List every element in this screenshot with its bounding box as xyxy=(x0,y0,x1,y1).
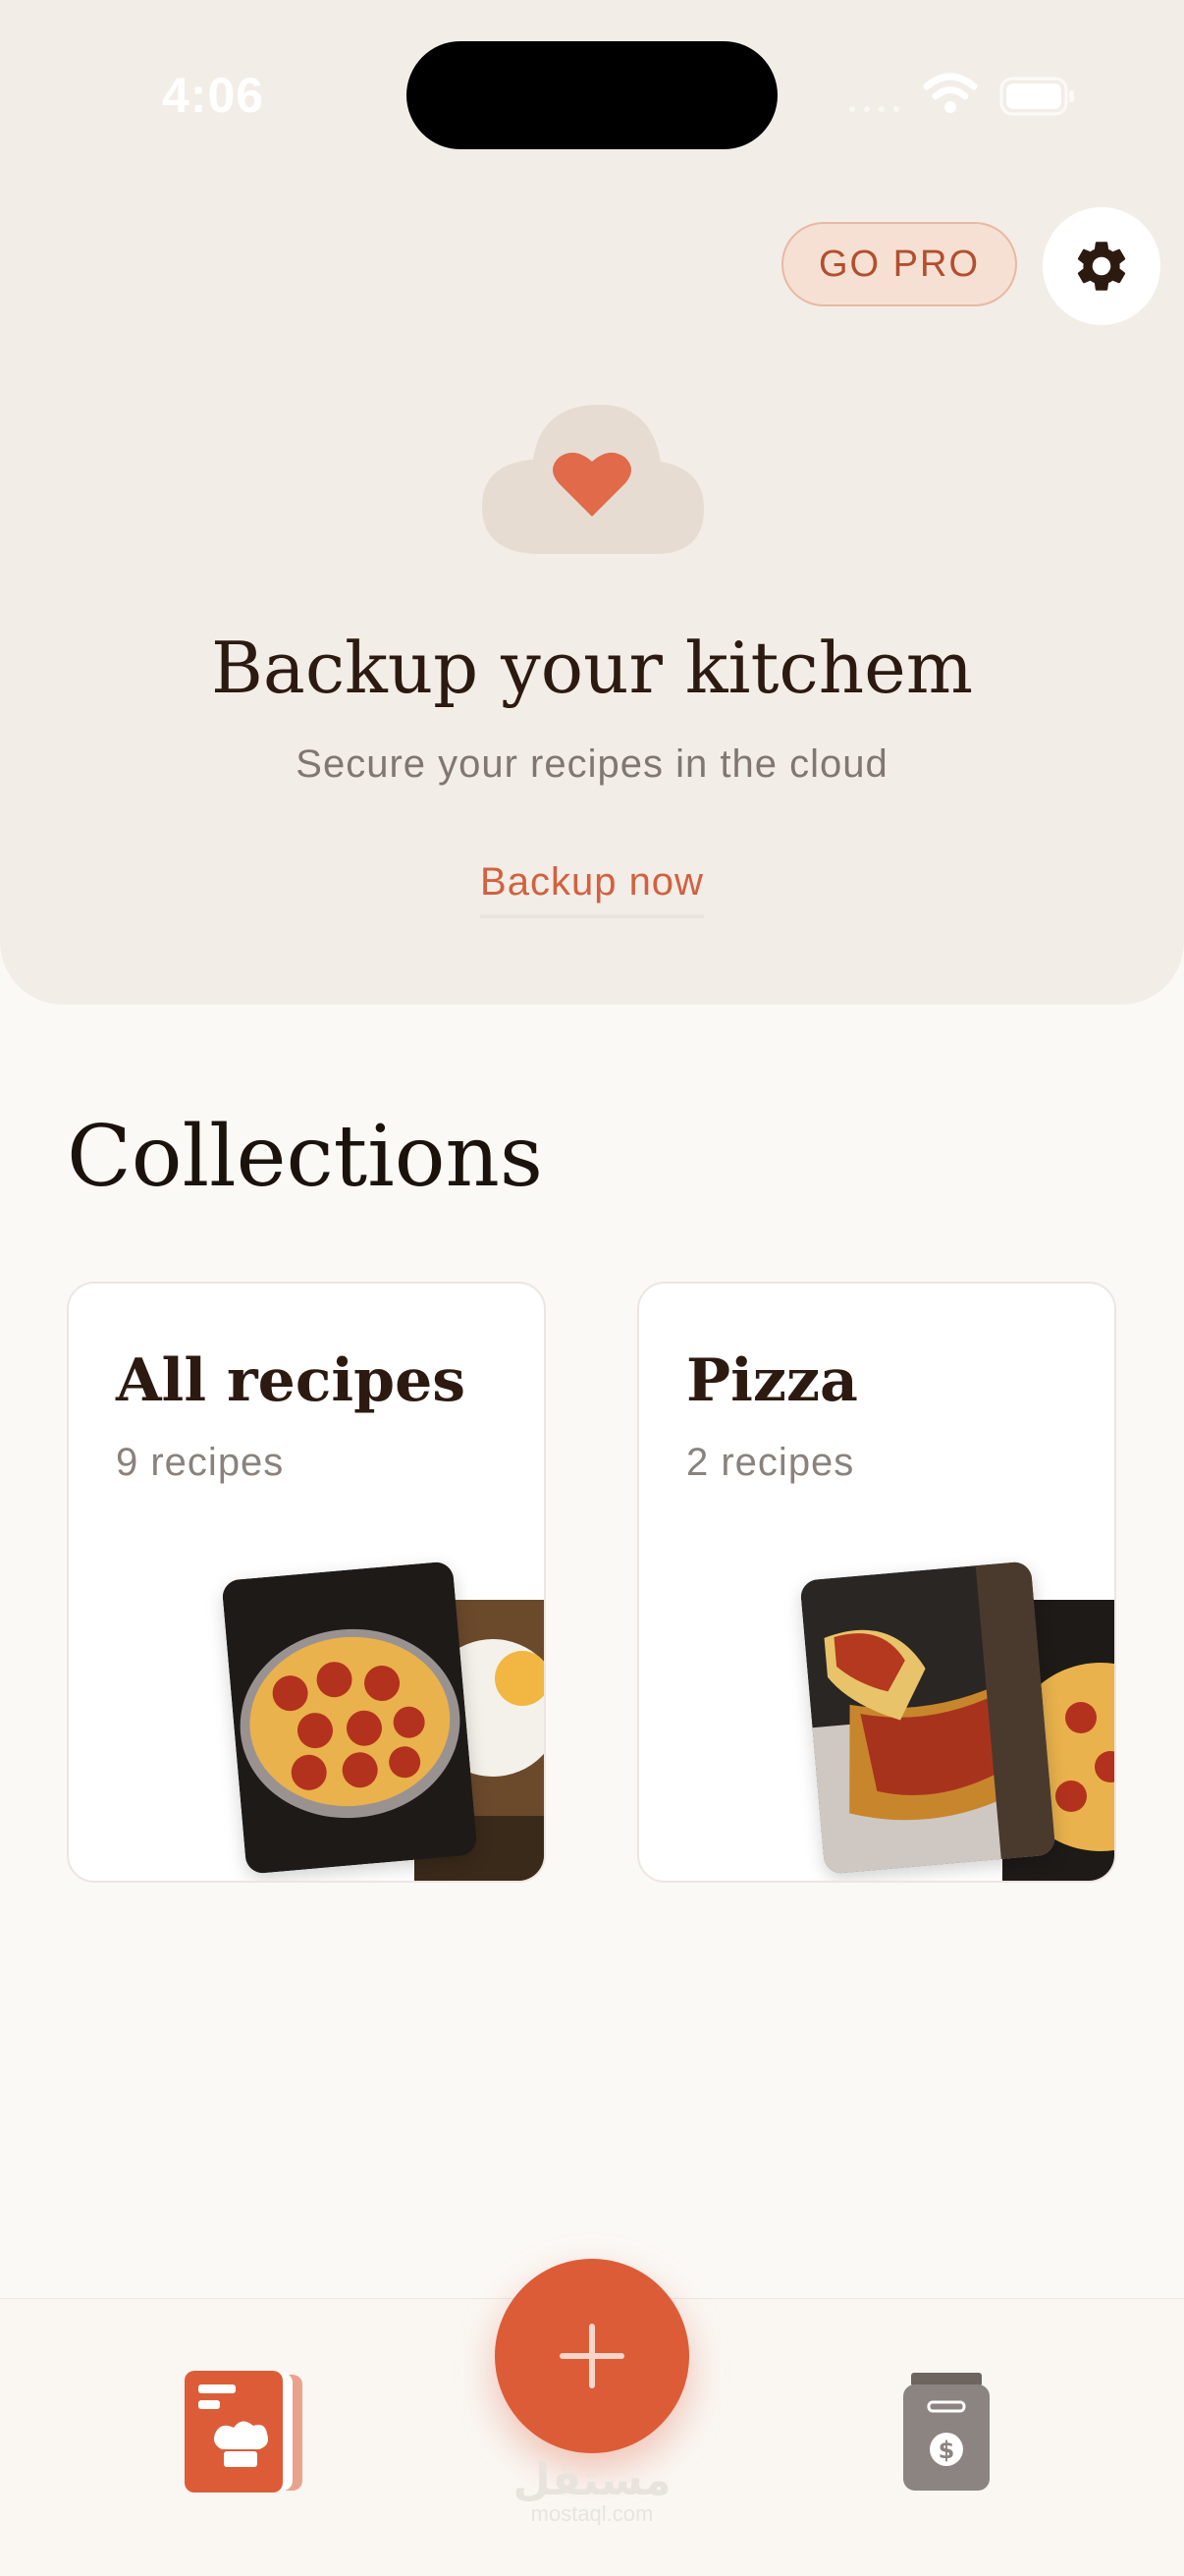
signal-icon xyxy=(849,106,899,112)
collection-name: All recipes xyxy=(116,1346,466,1415)
recipe-photo-front xyxy=(799,1561,1056,1875)
wifi-icon xyxy=(923,73,978,113)
go-pro-button[interactable]: GO PRO xyxy=(781,222,1017,306)
settings-button[interactable] xyxy=(1043,207,1160,325)
backup-now-link[interactable]: Backup now xyxy=(480,860,704,918)
collection-name: Pizza xyxy=(686,1346,858,1415)
gear-icon xyxy=(1077,242,1126,291)
battery-icon xyxy=(999,77,1074,116)
collection-card-all-recipes[interactable]: All recipes 9 recipes xyxy=(67,1282,546,1883)
backup-now-container: Backup now xyxy=(0,860,1184,918)
add-recipe-button[interactable] xyxy=(495,2259,689,2453)
collections-title: Collections xyxy=(67,1108,544,1206)
watermark-latin: mostaql.com xyxy=(530,2501,654,2526)
collection-card-pizza[interactable]: Pizza 2 recipes xyxy=(637,1282,1116,1883)
dynamic-island xyxy=(406,41,778,149)
plus-icon xyxy=(560,2324,624,2388)
collection-count: 2 recipes xyxy=(686,1441,855,1484)
hero-title: Backup your kitchem xyxy=(210,627,973,709)
cloud-heart-icon xyxy=(482,405,704,554)
status-time: 4:06 xyxy=(162,68,265,123)
hero-subtitle: Secure your recipes in the cloud xyxy=(296,742,888,786)
watermark: مستقل mostaql.com xyxy=(0,2455,1184,2527)
recipe-photo-front xyxy=(221,1561,478,1875)
watermark-arabic: مستقل xyxy=(512,2455,672,2505)
collection-count: 9 recipes xyxy=(116,1441,285,1484)
